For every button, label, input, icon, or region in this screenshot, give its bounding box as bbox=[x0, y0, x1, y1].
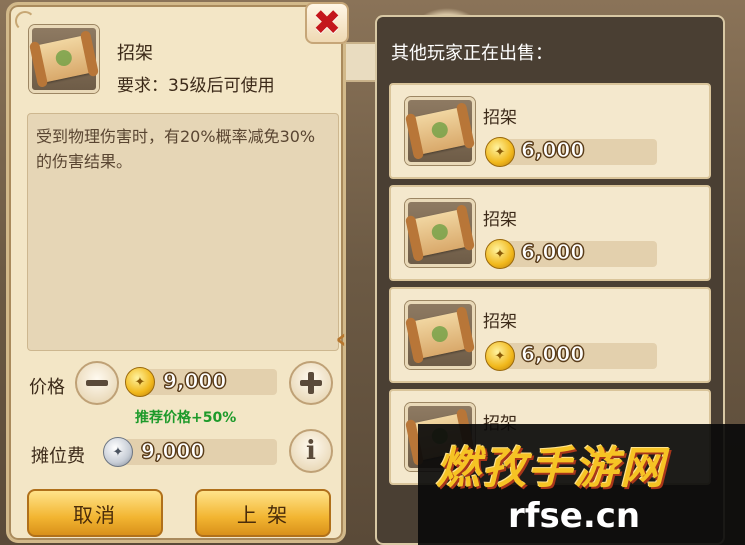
info-icon: i bbox=[306, 436, 316, 466]
decrease-price-button[interactable] bbox=[75, 361, 119, 405]
item-description: 受到物理伤害时，有20%概率减免30%的伤害结果。 bbox=[36, 127, 316, 171]
close-button[interactable]: ✖ bbox=[305, 2, 349, 44]
watermark-logo: 燃孜手游网 bbox=[436, 443, 666, 494]
listing-price: 6,000 bbox=[520, 138, 585, 163]
listing-name: 招架 bbox=[483, 108, 517, 128]
gold-coin-icon: ✦ bbox=[485, 137, 515, 167]
gold-coin-icon: ✦ bbox=[485, 341, 515, 371]
scroll-item-icon bbox=[410, 209, 470, 257]
recommended-price: 推荐价格+50% bbox=[135, 410, 237, 426]
scroll-item-icon bbox=[34, 35, 94, 83]
collapse-arrow-icon[interactable]: ‹ bbox=[330, 324, 352, 354]
minus-icon bbox=[86, 380, 108, 386]
listing-item-icon bbox=[405, 199, 475, 267]
plus-icon bbox=[300, 372, 322, 394]
sell-item-panel: 招架 要求：35级后可使用 受到物理伤害时，有20%概率减免30%的伤害结果。 … bbox=[6, 2, 347, 543]
watermark: 燃孜手游网 rfse.cn bbox=[418, 424, 745, 545]
selected-item-icon bbox=[29, 25, 99, 93]
listing-price: 6,000 bbox=[520, 240, 585, 265]
listing-price: 6,000 bbox=[520, 342, 585, 367]
listing-name: 招架 bbox=[483, 312, 517, 332]
item-name: 招架 bbox=[117, 43, 153, 64]
silver-coin-icon: ✦ bbox=[103, 437, 133, 467]
list-item[interactable]: 招架 ✦ 6,000 bbox=[389, 83, 711, 179]
list-item[interactable]: 招架 ✦ 6,000 bbox=[389, 287, 711, 383]
listing-item-icon bbox=[405, 97, 475, 165]
scroll-item-icon bbox=[410, 107, 470, 155]
stall-fee-value: 9,000 bbox=[140, 439, 205, 464]
item-description-box: 受到物理伤害时，有20%概率减免30%的伤害结果。 ‹ bbox=[27, 113, 347, 354]
market-title: 其他玩家正在出售： bbox=[391, 43, 553, 64]
scroll-item-icon bbox=[410, 311, 470, 359]
watermark-url: rfse.cn bbox=[508, 496, 641, 536]
stall-fee-info-button[interactable]: i bbox=[289, 429, 333, 473]
stall-fee-label: 摊位费 bbox=[31, 446, 85, 467]
list-item-button[interactable]: 上 架 bbox=[195, 489, 331, 537]
price-label: 价格 bbox=[29, 377, 65, 398]
price-value[interactable]: 9,000 bbox=[162, 369, 226, 394]
listing-item-icon bbox=[405, 301, 475, 369]
cancel-button[interactable]: 取消 bbox=[27, 489, 163, 537]
listing-name: 招架 bbox=[483, 210, 517, 230]
list-item[interactable]: 招架 ✦ 6,000 bbox=[389, 185, 711, 281]
gold-coin-icon: ✦ bbox=[125, 367, 155, 397]
gold-coin-icon: ✦ bbox=[485, 239, 515, 269]
close-icon: ✖ bbox=[312, 3, 342, 43]
increase-price-button[interactable] bbox=[289, 361, 333, 405]
item-requirement: 要求：35级后可使用 bbox=[117, 76, 275, 96]
